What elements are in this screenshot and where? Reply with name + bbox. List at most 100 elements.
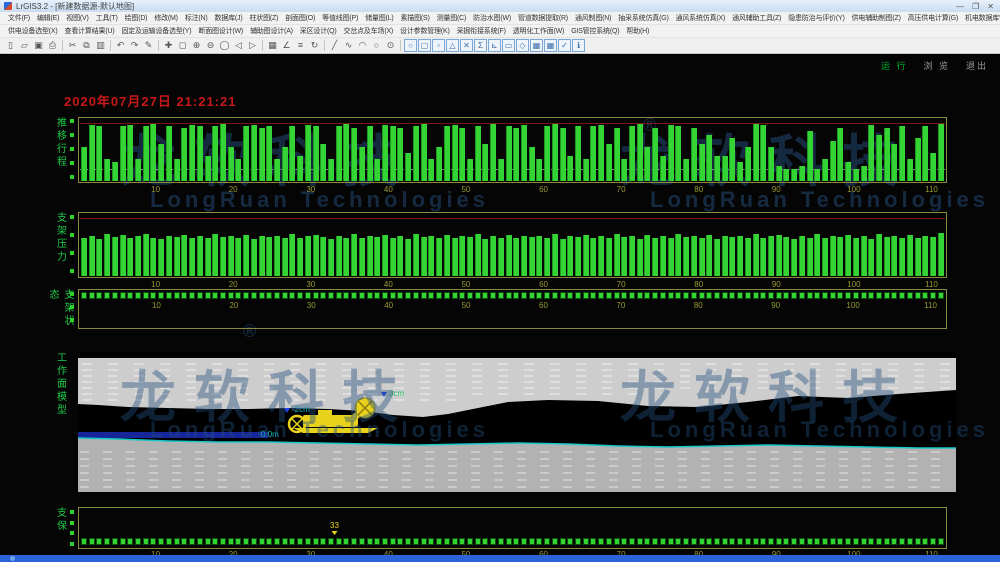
cut-icon[interactable]: ✂ — [66, 39, 79, 52]
menu-item[interactable]: 标注(N) — [183, 13, 210, 23]
check-icon[interactable]: ✓ — [558, 39, 571, 52]
minimize-button[interactable]: — — [956, 2, 964, 11]
menu-item[interactable]: 剖面图(O) — [283, 13, 317, 23]
shape-rect-icon[interactable]: ▢ — [418, 39, 431, 52]
support-status-panel[interactable]: 102030405060708090100110 — [78, 289, 947, 329]
diamond-icon[interactable]: ◇ — [516, 39, 529, 52]
menu-item[interactable]: 供电设备选型(X) — [6, 26, 60, 36]
menu-item[interactable]: 文件(F) — [6, 13, 32, 23]
menu-item[interactable]: 查看计算结果(U) — [63, 26, 117, 36]
bar — [598, 125, 604, 181]
menu-item[interactable]: 绘图(D) — [123, 13, 150, 23]
status-block — [922, 538, 928, 545]
undo-icon[interactable]: ↶ — [114, 39, 127, 52]
bar — [351, 234, 357, 276]
grid-b-icon[interactable]: ▦ — [544, 39, 557, 52]
menu-item[interactable]: 通风辅助工具(Z) — [730, 13, 783, 23]
draw-line-icon[interactable]: ╱ — [328, 39, 341, 52]
menu-item[interactable]: 素描图(S) — [398, 13, 431, 23]
paste-icon[interactable]: ▥ — [94, 39, 107, 52]
push-stroke-chart[interactable] — [78, 117, 947, 183]
layers-icon[interactable]: ≡ — [294, 39, 307, 52]
status-block — [776, 292, 782, 299]
menu-item[interactable]: 柱状图(Z) — [248, 13, 281, 23]
info-icon[interactable]: ℹ — [572, 39, 585, 52]
menu-item[interactable]: GIS管控系统(Q) — [569, 26, 621, 36]
menu-item[interactable]: 数据库(J) — [213, 13, 245, 23]
open-folder-icon[interactable]: ▱ — [18, 39, 31, 52]
bar — [768, 236, 774, 276]
working-face-model[interactable]: -2cm 0.0m 3cm — [78, 352, 956, 492]
menu-item[interactable]: 防治水图(W) — [471, 13, 513, 23]
print-icon[interactable]: ⎙ — [46, 39, 59, 52]
support-guard-panel[interactable]: 33 — [78, 507, 947, 549]
menu-item[interactable]: 视图(V) — [64, 13, 90, 23]
status-block — [212, 292, 218, 299]
refresh-icon[interactable]: ↻ — [308, 39, 321, 52]
menu-item[interactable]: 辅助图设计(A) — [248, 26, 295, 36]
shape-circle-icon[interactable]: ○ — [404, 39, 417, 52]
shape-cross-icon[interactable]: ✕ — [460, 39, 473, 52]
save-icon[interactable]: ▣ — [32, 39, 45, 52]
menu-item[interactable]: 交岔点及车场(X) — [342, 26, 396, 36]
status-block — [621, 292, 627, 299]
map-canvas[interactable]: 龙软科技 龙软科技 LongRuan Technologies LongRuan… — [0, 55, 1000, 562]
menu-item[interactable]: 固定及运输设备选型(Y) — [119, 26, 193, 36]
measure-icon[interactable]: ∠ — [280, 39, 293, 52]
menu-item[interactable]: 储量图(L) — [363, 13, 395, 23]
run-button[interactable]: 运 行 — [881, 59, 908, 72]
menu-item[interactable]: 断面图设计(W) — [196, 26, 245, 36]
draw-point-icon[interactable]: ⊙ — [384, 39, 397, 52]
bar — [776, 235, 782, 276]
menu-item[interactable]: 设计参数管理(K) — [398, 26, 452, 36]
close-button[interactable]: ✕ — [987, 2, 994, 11]
zoom-out-icon[interactable]: ⊖ — [204, 39, 217, 52]
sigma-icon[interactable]: Σ — [474, 39, 487, 52]
flag-icon[interactable]: ▭ — [502, 39, 515, 52]
select-rect-icon[interactable]: ▦ — [266, 39, 279, 52]
copy-icon[interactable]: ⧉ — [80, 39, 93, 52]
support-pressure-chart[interactable] — [78, 212, 947, 278]
menu-item[interactable]: 透明化工作面(W) — [511, 26, 566, 36]
zoom-extent-icon[interactable]: ◯ — [218, 39, 231, 52]
redo-icon[interactable]: ↷ — [128, 39, 141, 52]
zoom-window-icon[interactable]: ◻ — [176, 39, 189, 52]
bar — [544, 126, 550, 181]
browse-button[interactable]: 浏 览 — [923, 59, 950, 72]
menu-item[interactable]: 工具(T) — [94, 13, 120, 23]
bar — [428, 236, 434, 276]
draw-circle-icon[interactable]: ○ — [370, 39, 383, 52]
zoom-in-icon[interactable]: ⊕ — [190, 39, 203, 52]
angle-icon[interactable]: ⊾ — [488, 39, 501, 52]
menu-item[interactable]: 隐患防治与评价(Y) — [786, 13, 846, 23]
menu-item[interactable]: 机电数据库管理(Q) — [963, 13, 1000, 23]
menu-item[interactable]: 编辑(E) — [35, 13, 61, 23]
menu-item[interactable]: 测量图(C) — [435, 13, 469, 23]
new-file-icon[interactable]: ▯ — [4, 39, 17, 52]
bar — [536, 236, 542, 276]
bar — [536, 159, 542, 181]
prev-view-icon[interactable]: ◁ — [232, 39, 245, 52]
menu-item[interactable]: 通风系统仿真(X) — [674, 13, 728, 23]
shape-square-icon[interactable]: ▫ — [432, 39, 445, 52]
menu-item[interactable]: 管道数据提取(R) — [516, 13, 570, 23]
format-brush-icon[interactable]: ✎ — [142, 39, 155, 52]
grid-a-icon[interactable]: ▦ — [530, 39, 543, 52]
menu-item[interactable]: 抽采系统仿真(G) — [616, 13, 670, 23]
bar — [405, 153, 411, 181]
next-view-icon[interactable]: ▷ — [246, 39, 259, 52]
pan-icon[interactable]: ✚ — [162, 39, 175, 52]
exit-button[interactable]: 退出 — [966, 59, 988, 72]
menu-item[interactable]: 采掘衔接系统(F) — [455, 26, 508, 36]
menu-item[interactable]: 帮助(H) — [624, 26, 651, 36]
menu-item[interactable]: 高压供电计算(G) — [906, 13, 960, 23]
menu-item[interactable]: 采区设计(Q) — [298, 26, 339, 36]
menu-item[interactable]: 等值线图(P) — [320, 13, 360, 23]
menu-item[interactable]: 修改(M) — [152, 13, 180, 23]
menu-item[interactable]: 供电辅助制图(Z) — [850, 13, 903, 23]
maximize-button[interactable]: ❐ — [972, 2, 979, 11]
menu-item[interactable]: 通风制图(N) — [573, 13, 613, 23]
shape-triangle-icon[interactable]: △ — [446, 39, 459, 52]
draw-polyline-icon[interactable]: ∿ — [342, 39, 355, 52]
draw-arc-icon[interactable]: ◠ — [356, 39, 369, 52]
